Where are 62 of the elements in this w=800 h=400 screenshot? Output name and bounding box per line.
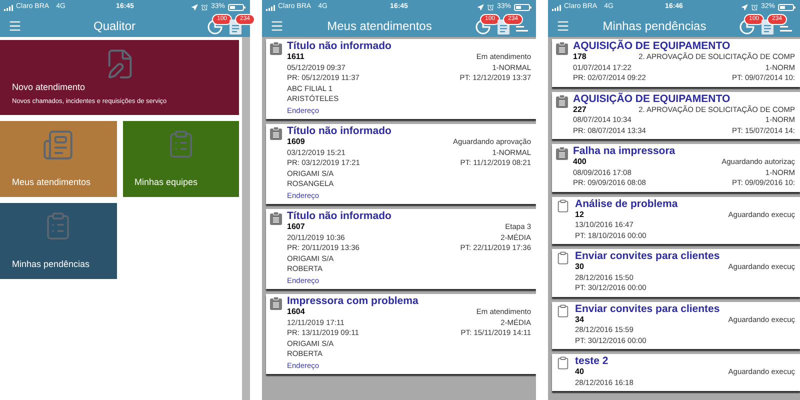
newspaper-icon [42, 129, 74, 161]
tile-title: Minhas pendências [12, 258, 91, 271]
ticket-title: Enviar convites para clientes [575, 251, 721, 262]
clipboard-icon [270, 212, 282, 225]
ticket-title: Enviar convites para clientes [575, 304, 721, 314]
ticket-number: 40 [575, 367, 584, 378]
ticket-title: Falha na impressora [573, 146, 676, 157]
signal-icon [4, 4, 13, 10]
ticket-number: 227 [573, 104, 586, 115]
ticket-number: 1607 [287, 222, 305, 232]
ticket-number: 178 [573, 52, 586, 62]
menu-tile[interactable]: Minhas equipes [122, 121, 239, 197]
alarm-icon [750, 4, 758, 11]
ticket-title: teste 2 [575, 356, 610, 367]
clock-icon[interactable] [207, 19, 223, 35]
screen-title: Qualitor [93, 18, 136, 35]
ticket-title: AQUISIÇÃO DE EQUIPAMENTO [573, 41, 730, 52]
screen-title: Meus atendimentos [327, 18, 432, 35]
menu-button[interactable] [556, 19, 570, 33]
signal-icon [552, 4, 561, 10]
clipboard-icon [556, 356, 570, 370]
clipboard-icon [556, 198, 570, 212]
tile-title: Meus atendimentos [12, 176, 92, 188]
clock-icon[interactable] [475, 19, 491, 35]
screen-title: Minhas pendências [602, 18, 706, 35]
ticket-number: 12 [575, 210, 584, 220]
clock-icon[interactable] [739, 19, 755, 35]
clipboard-icon [556, 251, 570, 265]
location-icon [476, 4, 484, 11]
ticket-number: 1611 [287, 52, 304, 62]
ticket-title: Título não informado [287, 126, 392, 137]
tile-title: Minhas equipes [134, 176, 199, 189]
clipboard-icon [556, 42, 568, 55]
clipboard-icon [556, 147, 568, 160]
battery-icon [514, 4, 532, 11]
clipboard-icon [270, 297, 282, 310]
ticket-title: AQUISIÇÃO DE EQUIPAMENTO [573, 94, 732, 104]
location-icon [190, 4, 198, 11]
ticket-number: 400 [573, 157, 586, 168]
ticket-title: Impressora com problema [287, 296, 420, 307]
clipboard-icon [556, 304, 570, 318]
signal-icon [266, 4, 275, 10]
battery-icon [228, 4, 246, 11]
clipboard-icon [556, 94, 568, 108]
menu-tile[interactable]: Meus atendimentos [0, 121, 116, 197]
ticket-number: 1604 [287, 307, 305, 318]
alarm-icon [200, 4, 208, 11]
ticket-title: Título não informado [287, 211, 392, 222]
clipboard-icon [270, 127, 282, 140]
menu-button[interactable] [270, 19, 284, 33]
clipboard-icon [270, 42, 282, 55]
ticket-number: 34 [575, 314, 584, 325]
tile-title: Novo atendimento [12, 80, 86, 94]
alarm-icon [486, 4, 494, 11]
menu-tile[interactable]: Minhas pendências [0, 203, 116, 279]
menu-button[interactable] [8, 19, 22, 33]
ticket-number: 30 [575, 262, 584, 272]
ticket-title: Título não informado [287, 41, 392, 52]
ticket-number: 1609 [287, 137, 305, 148]
ticket-title: Análise de problema [575, 198, 679, 210]
location-icon [740, 4, 748, 11]
battery-icon [778, 4, 796, 11]
